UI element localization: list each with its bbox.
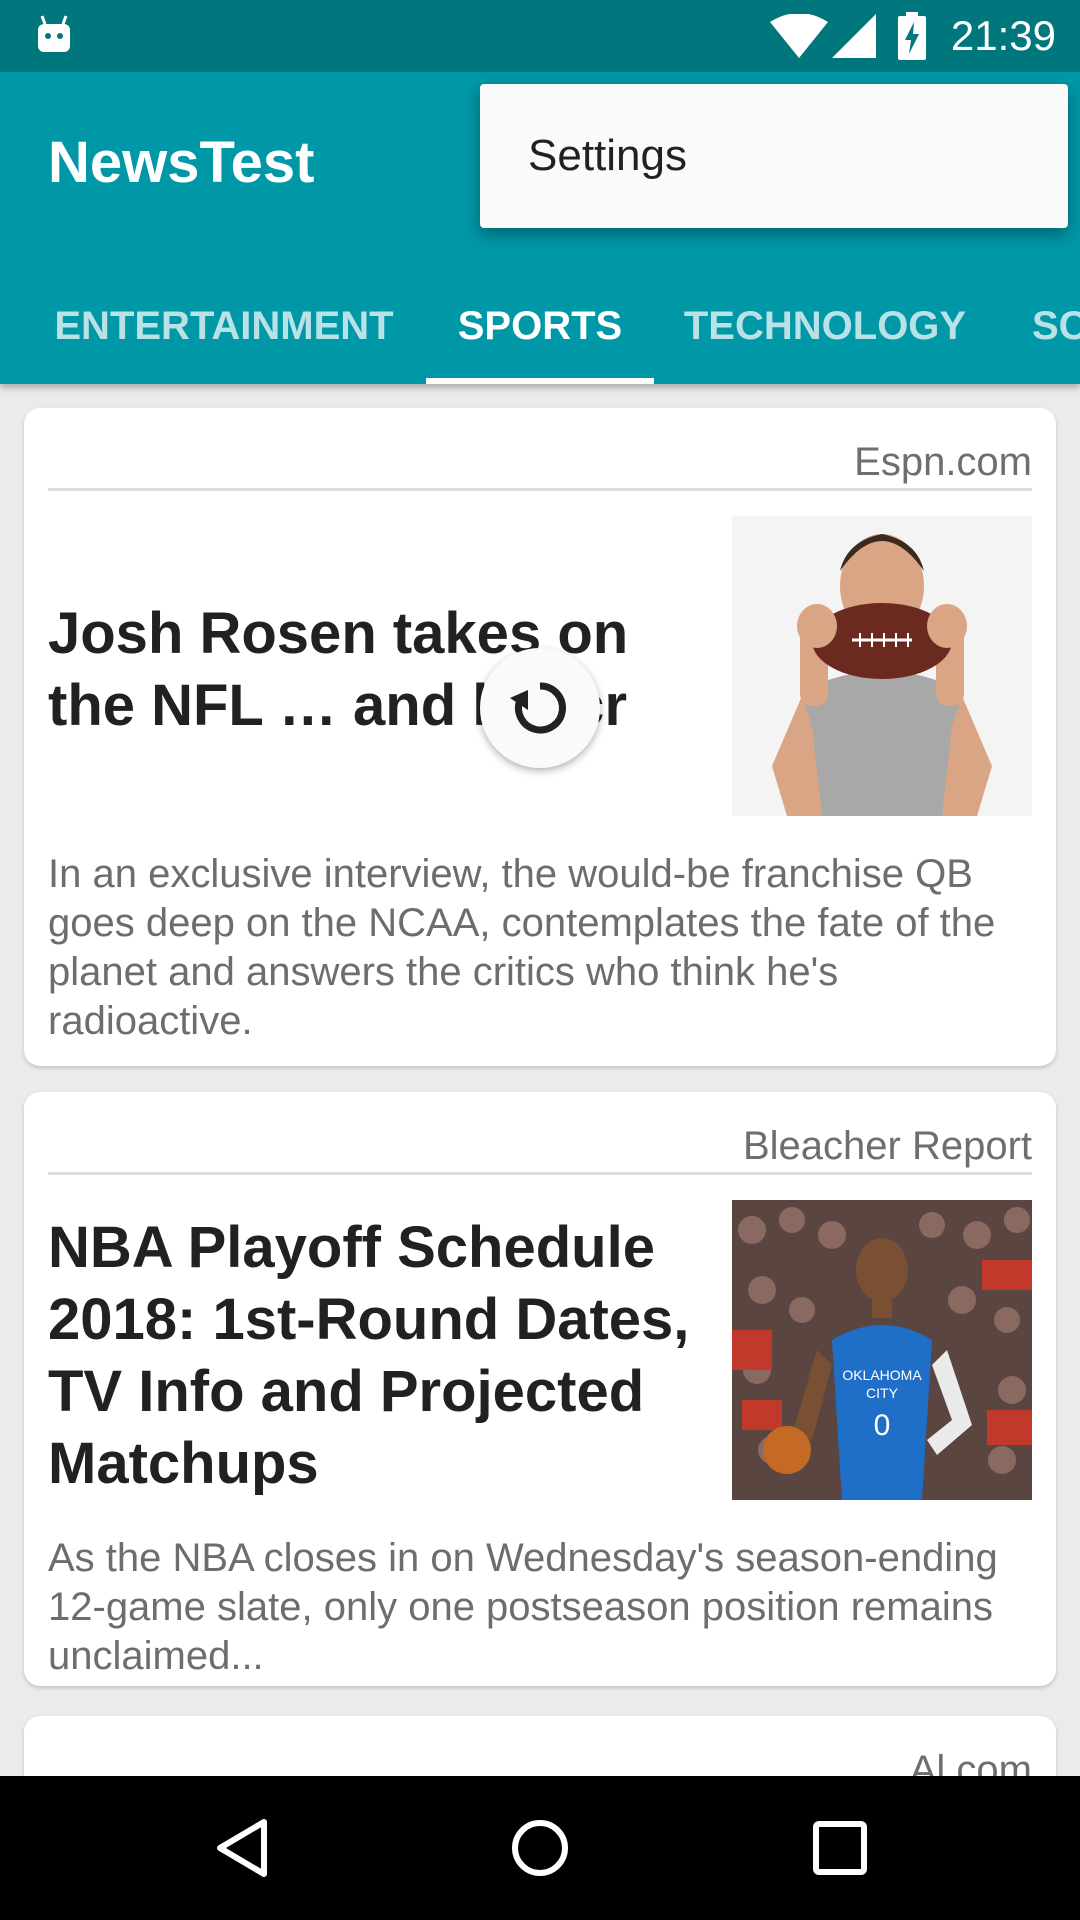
app-title: NewsTest — [48, 130, 315, 195]
tab-science[interactable]: SCIENCE — [1032, 268, 1080, 384]
article-image: OKLAHOMA CITY 0 — [732, 1200, 1032, 1500]
recents-icon[interactable] — [804, 1812, 876, 1884]
svg-text:CITY: CITY — [866, 1385, 899, 1401]
battery-charging-icon — [898, 12, 926, 60]
article-image — [732, 516, 1032, 816]
article-description: As the NBA closes in on Wednesday's seas… — [48, 1536, 998, 1678]
news-feed[interactable]: Espn.com Josh Rosen takes on the NFL … a… — [0, 384, 1080, 1776]
android-icon — [38, 15, 70, 52]
tab-sports[interactable]: SPORTS — [426, 268, 654, 384]
back-icon[interactable] — [206, 1812, 278, 1884]
article-headline: NBA Playoff Schedule 2018: 1st-Round Dat… — [48, 1215, 690, 1496]
article-source: Al.com — [909, 1748, 1032, 1776]
signal-icon — [832, 14, 876, 58]
divider — [48, 488, 1032, 491]
article-card[interactable]: Bleacher Report NBA Playoff Schedule 201… — [24, 1092, 1056, 1686]
article-headline: Josh Rosen takes on the NFL … and his cr — [48, 601, 629, 738]
tab-entertainment[interactable]: ENTERTAINMENT — [24, 268, 424, 384]
article-source: Espn.com — [854, 440, 1032, 484]
svg-text:0: 0 — [874, 1409, 891, 1442]
refresh-icon — [510, 682, 566, 734]
tab-indicator — [426, 378, 654, 384]
home-icon[interactable] — [504, 1812, 576, 1884]
wifi-icon — [770, 14, 828, 58]
refresh-indicator — [480, 648, 600, 768]
article-card[interactable]: Al.com — [24, 1716, 1056, 1776]
article-source: Bleacher Report — [742, 1124, 1032, 1168]
svg-text:OKLAHOMA: OKLAHOMA — [842, 1367, 922, 1383]
overflow-menu: Settings — [480, 84, 1068, 228]
status-bar: 21:39 — [0, 0, 1080, 72]
tab-technology[interactable]: TECHNOLOGY — [664, 268, 986, 384]
article-description: In an exclusive interview, the would-be … — [48, 852, 996, 1043]
navigation-bar — [0, 1776, 1080, 1920]
status-clock: 21:39 — [950, 12, 1056, 59]
tab-bar: ENTERTAINMENT SPORTS TECHNOLOGY SCIENCE — [0, 268, 1080, 384]
divider — [48, 1172, 1032, 1175]
menu-item-settings[interactable]: Settings — [528, 128, 687, 184]
